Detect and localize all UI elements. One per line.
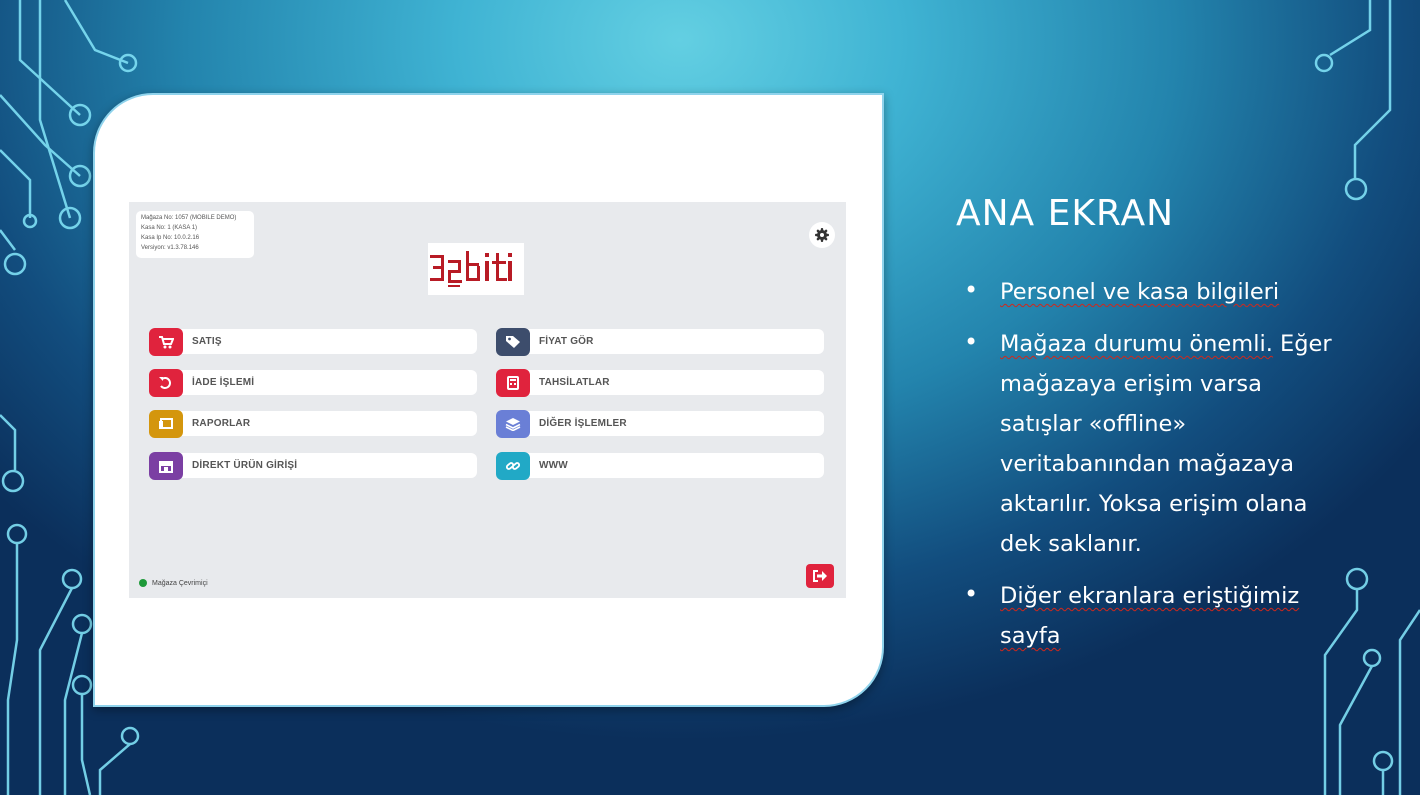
store-info-panel: Mağaza No: 1057 (MOBILE DEMO) Kasa No: 1…: [136, 211, 254, 258]
link-icon: [496, 452, 530, 480]
menu-direkt-urun-button[interactable]: DİREKT ÜRÜN GİRİŞİ: [149, 452, 477, 480]
menu-www-button[interactable]: WWW: [496, 452, 824, 480]
store-status-label: Mağaza Çevrimiçi: [152, 579, 208, 587]
store-number: Mağaza No: 1057 (MOBILE DEMO): [141, 215, 237, 221]
tag-icon: [496, 328, 530, 356]
logout-icon: [813, 570, 827, 582]
undo-icon: [149, 369, 183, 397]
app-main-screen: Mağaza No: 1057 (MOBILE DEMO) Kasa No: 1…: [129, 202, 846, 598]
register-ip: Kasa Ip No: 10.0.2.16: [141, 235, 200, 241]
gear-icon: [815, 228, 829, 242]
menu-raporlar-label: RAPORLAR: [192, 418, 251, 429]
menu-fiyat-gor-label: FİYAT GÖR: [539, 336, 594, 347]
app-version: Versiyon: v1.3.78.146: [141, 245, 199, 251]
bullet-continuation: Eğer mağazaya erişim varsa satışlar «off…: [1000, 331, 1332, 557]
bullet-text: Diğer ekranlara eriştiğimiz sayfa: [1000, 583, 1300, 649]
menu-raporlar-button[interactable]: RAPORLAR: [149, 410, 477, 438]
bullet-item: Mağaza durumu önemli. Eğer mağazaya eriş…: [960, 322, 1340, 564]
cart-icon: [149, 328, 183, 356]
menu-diger-islemler-button[interactable]: DİĞER İŞLEMLER: [496, 410, 824, 438]
calculator-icon: [496, 369, 530, 397]
bullet-text: Mağaza durumu önemli.: [1000, 331, 1273, 357]
menu-iade-button[interactable]: İADE İŞLEMİ: [149, 369, 477, 397]
logout-button[interactable]: [806, 564, 834, 588]
menu-direkt-urun-label: DİREKT ÜRÜN GİRİŞİ: [192, 460, 298, 471]
bullet-item: Personel ve kasa bilgileri: [960, 270, 1340, 312]
bullet-item: Diğer ekranlara eriştiğimiz sayfa: [960, 574, 1340, 656]
brand-logo: [428, 243, 524, 295]
menu-tahsilatlar-button[interactable]: TAHSİLATLAR: [496, 369, 824, 397]
menu-tahsilatlar-label: TAHSİLATLAR: [539, 377, 610, 388]
layers-icon: [496, 410, 530, 438]
status-online-dot: [139, 579, 147, 587]
slide-bullet-list: Personel ve kasa bilgileri Mağaza durumu…: [960, 270, 1340, 668]
store-status: Mağaza Çevrimiçi: [139, 579, 208, 587]
bullet-text: Personel ve kasa bilgileri: [1000, 279, 1280, 305]
menu-iade-label: İADE İŞLEMİ: [192, 377, 255, 388]
register-number: Kasa No: 1 (KASA 1): [141, 225, 198, 231]
menu-fiyat-gor-button[interactable]: FİYAT GÖR: [496, 328, 824, 356]
menu-satis-button[interactable]: SATIŞ: [149, 328, 477, 356]
settings-button[interactable]: [809, 222, 835, 248]
menu-satis-label: SATIŞ: [192, 336, 222, 347]
slide-title: ANA EKRAN: [956, 193, 1175, 234]
menu-www-label: WWW: [539, 460, 568, 471]
report-icon: [149, 410, 183, 438]
store-icon: [149, 452, 183, 480]
menu-diger-islemler-label: DİĞER İŞLEMLER: [539, 418, 627, 429]
